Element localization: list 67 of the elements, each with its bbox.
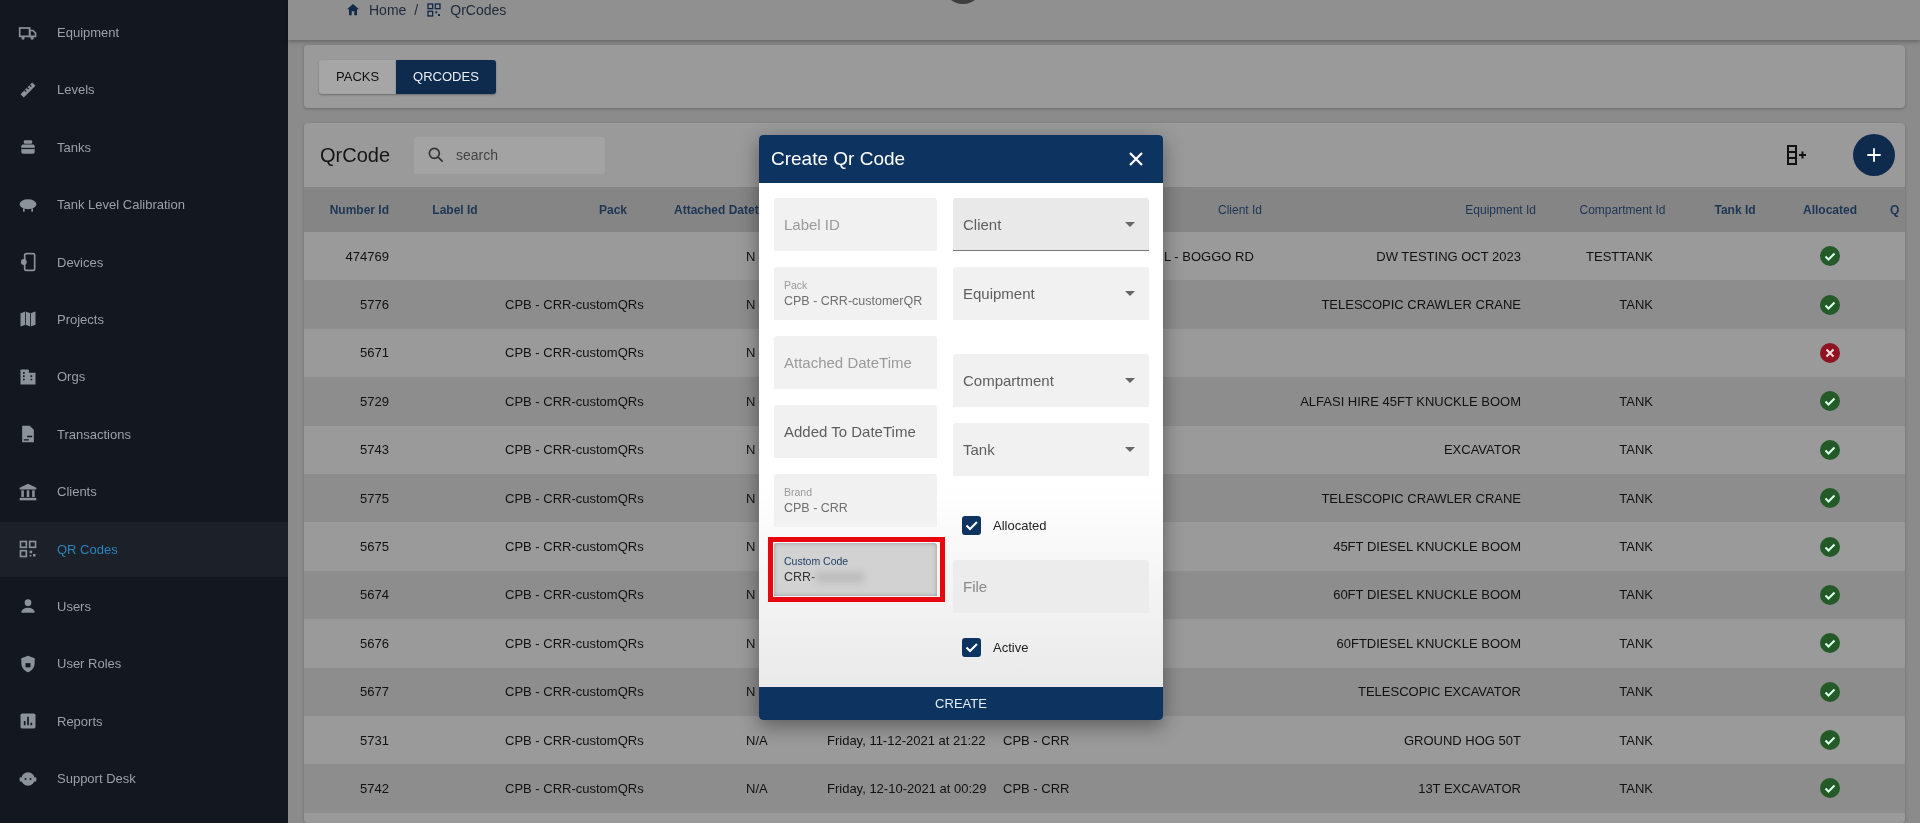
- table-cell: 5671: [360, 345, 389, 361]
- table-cell: TANK: [1619, 539, 1653, 555]
- table-cell: DW TESTING OCT 2023: [1376, 248, 1521, 264]
- table-cell: TANK: [1619, 297, 1653, 313]
- table-cell: TANK: [1619, 490, 1653, 506]
- checkbox-label: Allocated: [993, 517, 1047, 533]
- table-cell: TANK: [1619, 635, 1653, 651]
- table-cell: 474769: [345, 248, 389, 264]
- table-cell: N: [746, 345, 756, 361]
- table-cell: CPB - CRR-customQRs: [505, 539, 644, 555]
- table-cell: 5776: [360, 297, 389, 313]
- table-cell: L - BOGGO RD: [1164, 248, 1254, 264]
- table-cell: 5775: [360, 490, 389, 506]
- table-cell: N/A: [746, 781, 768, 796]
- table-cell: 13T EXCAVATOR: [1418, 781, 1521, 796]
- table-cell: N: [746, 248, 756, 264]
- table-cell: N: [746, 393, 756, 409]
- table-cell: 45FT DIESEL KNUCKLE BOOM: [1333, 539, 1521, 555]
- table-cell: 5731: [360, 732, 389, 748]
- checkbox-label: Active: [993, 639, 1029, 655]
- table-cell: N: [746, 490, 756, 506]
- table-cell: N: [746, 297, 756, 313]
- table-cell: TESTTANK: [1586, 248, 1653, 264]
- table-cell: CPB - CRR-customQRs: [505, 297, 644, 313]
- table-cell: CPB - CRR-customQRs: [505, 587, 644, 603]
- table-cell: 5677: [360, 684, 389, 700]
- table-cell: EXCAVATOR: [1443, 442, 1521, 458]
- table-cell: Friday, 11-12-2021 at 21:22: [827, 732, 986, 748]
- table-cell: N/A: [746, 732, 768, 748]
- table-cell: CPB - CRR: [1003, 732, 1070, 748]
- table-cell: 5676: [360, 635, 389, 651]
- table-cell: 5743: [360, 442, 389, 458]
- table-cell: TANK: [1619, 442, 1653, 458]
- breadcrumb-separator: /: [414, 1, 419, 20]
- table-title: QrCode: [320, 143, 391, 167]
- table-cell: TANK: [1619, 684, 1653, 700]
- table-cell: TANK: [1619, 393, 1653, 409]
- table-cell: N: [746, 442, 756, 458]
- table-cell: N: [746, 635, 756, 651]
- table-cell: ALFASI HIRE 45FT KNUCKLE BOOM: [1300, 393, 1521, 409]
- table-cell: 5742: [360, 781, 389, 796]
- table-cell: Friday, 12-10-2021 at 00:29: [827, 781, 987, 796]
- table-cell: N: [746, 587, 756, 603]
- table-cell: CPB - CRR-customQRs: [505, 684, 644, 700]
- table-cell: CPB - CRR: [1003, 781, 1070, 796]
- table-cell: TELESCOPIC CRAWLER CRANE: [1321, 490, 1521, 506]
- table-cell: TELESCOPIC EXCAVATOR: [1357, 684, 1521, 700]
- table-cell: CPB - CRR-customQRs: [505, 393, 644, 409]
- table-cell: N: [746, 684, 756, 700]
- table-cell: TANK: [1619, 781, 1653, 796]
- table-cell: CPB - CRR-customQRs: [505, 635, 644, 651]
- table-cell: TELESCOPIC CRAWLER CRANE: [1321, 297, 1521, 313]
- table-cell: GROUND HOG 50T: [1404, 732, 1521, 748]
- dialog-title: Create Qr Code: [771, 148, 906, 170]
- table-cell: TANK: [1619, 587, 1653, 603]
- table-cell: 5674: [360, 587, 389, 603]
- table-cell: 5729: [360, 393, 389, 409]
- table-cell: TANK: [1619, 732, 1653, 748]
- table-cell: 60FT DIESEL KNUCKLE BOOM: [1333, 587, 1521, 603]
- table-cell: N: [746, 539, 756, 555]
- table-cell: CPB - CRR-customQRs: [505, 345, 644, 361]
- table-cell: CPB - CRR-customQRs: [505, 732, 644, 748]
- table-cell: CPB - CRR-customQRs: [505, 781, 644, 796]
- table-cell: CPB - CRR-customQRs: [505, 490, 644, 506]
- table-cell: 5675: [360, 539, 389, 555]
- table-cell: 60FTDIESEL KNUCKLE BOOM: [1336, 635, 1521, 651]
- table-cell: CPB - CRR-customQRs: [505, 442, 644, 458]
